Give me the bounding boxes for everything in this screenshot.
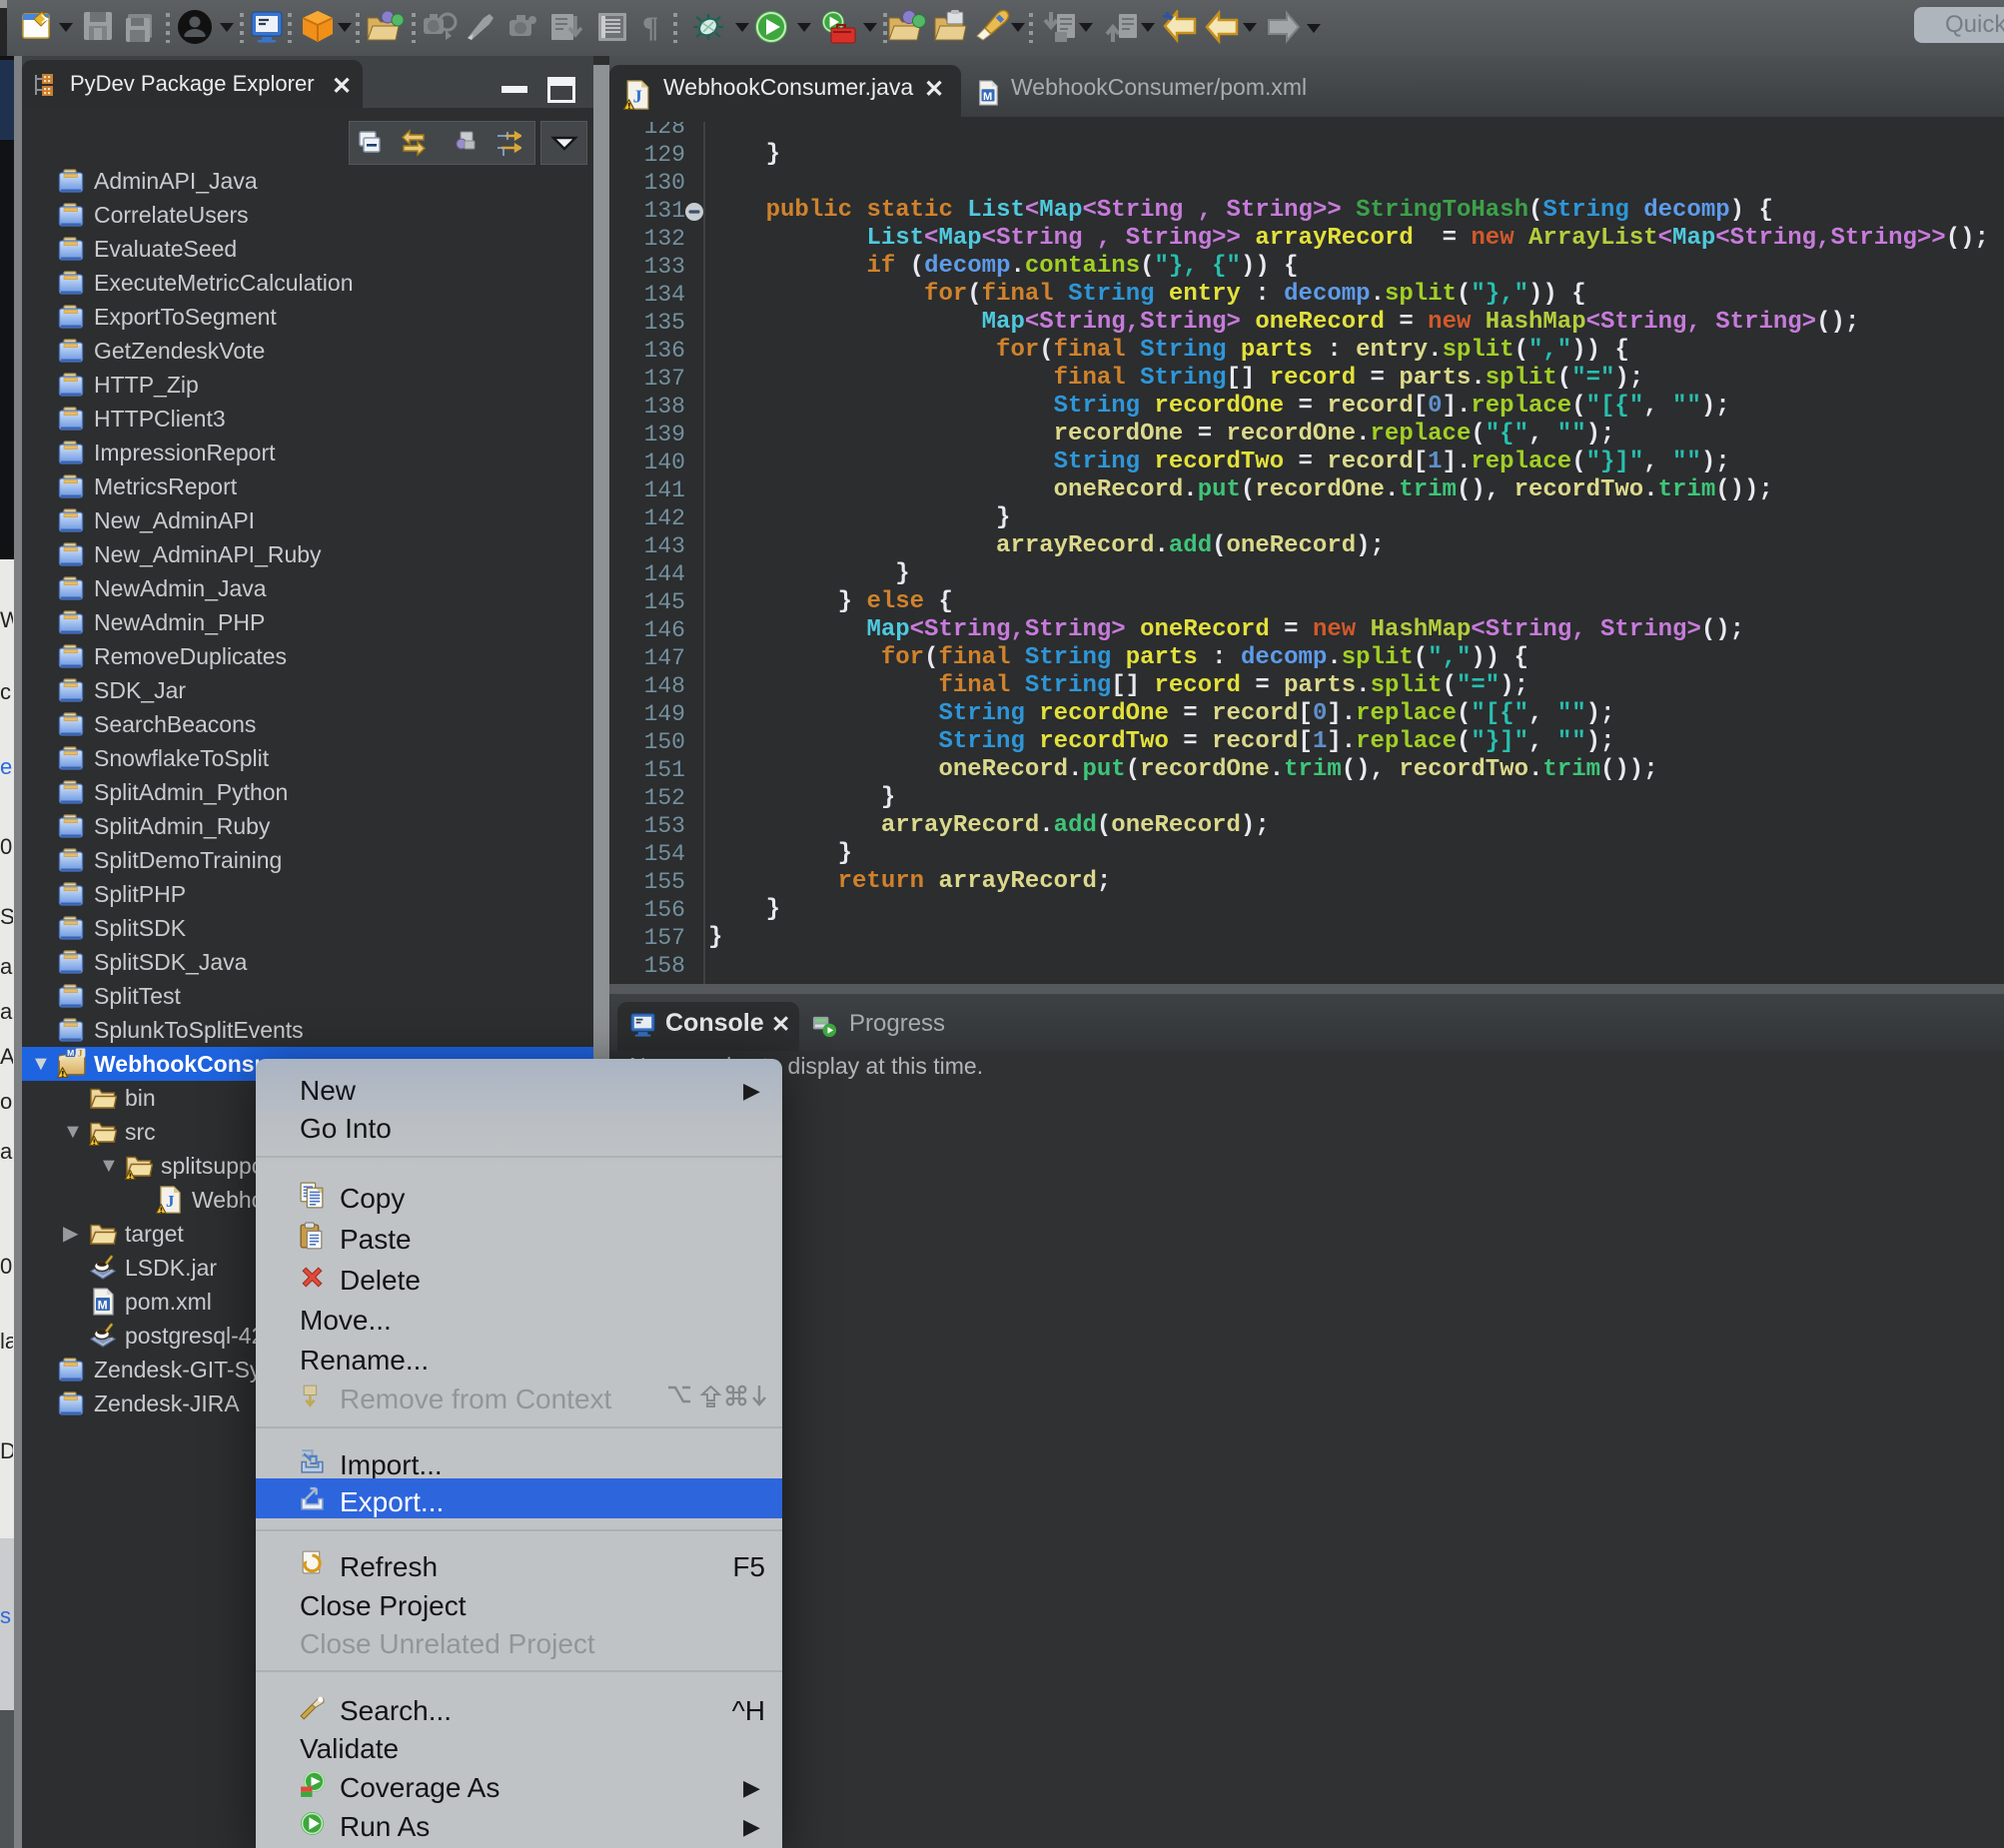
- svg-text:¶: ¶: [642, 11, 658, 44]
